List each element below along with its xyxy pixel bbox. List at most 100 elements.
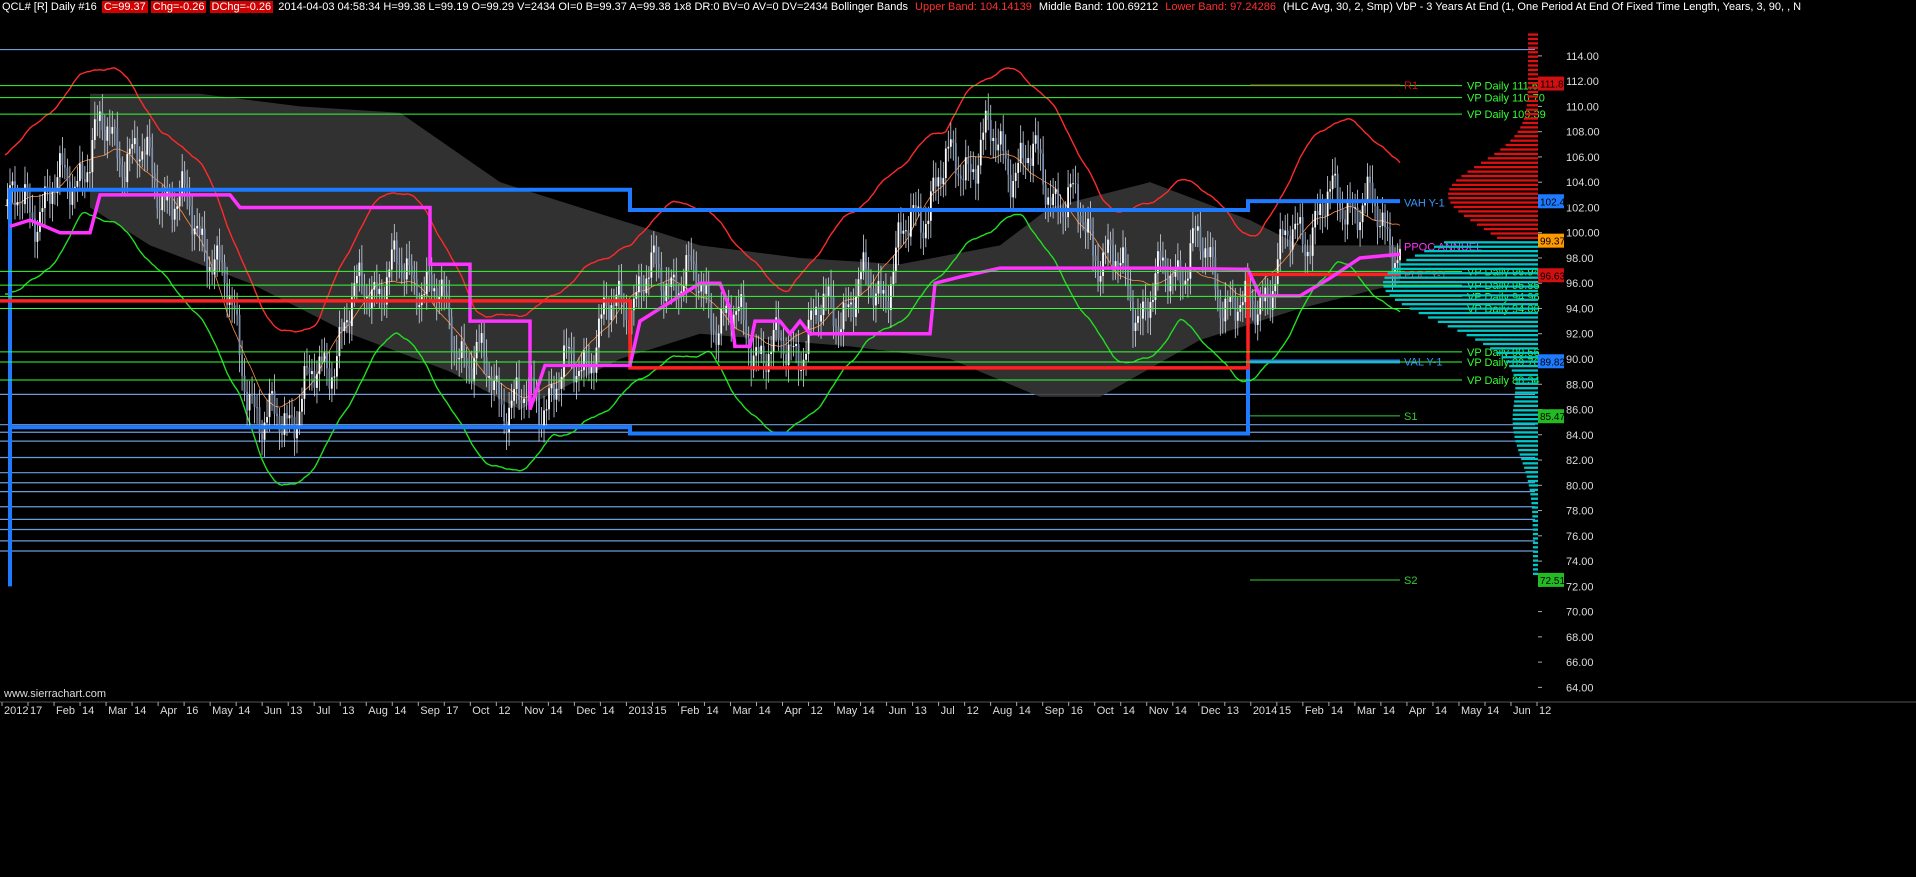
candle-body (1064, 216, 1067, 218)
candle-body (1189, 243, 1192, 279)
candle-body (682, 286, 685, 292)
candle-body (306, 366, 308, 368)
y-tick-label: 100.00 (1566, 228, 1600, 240)
candle-body (1142, 301, 1144, 319)
volume-profile-bar (1527, 37, 1538, 41)
volume-profile-bar (1392, 267, 1538, 270)
candle-body (483, 333, 486, 357)
candle-body (640, 276, 643, 293)
candle-body (1384, 212, 1386, 227)
y-tick-label: 114.00 (1566, 51, 1599, 63)
candle-body (480, 333, 483, 343)
candle-body (11, 181, 14, 186)
candle-body (500, 399, 503, 405)
candle-body (488, 376, 491, 378)
candle-body (1034, 135, 1037, 144)
candle-body (989, 119, 992, 141)
volume-profile-bar (1527, 479, 1538, 483)
candle-body (865, 252, 867, 269)
x-tick-label: Aug (993, 705, 1013, 717)
x-tick-label: Feb (680, 705, 699, 717)
volume-profile-bar (1532, 519, 1538, 522)
volume-profile-bar (1414, 254, 1538, 257)
volume-profile-bar (1530, 493, 1538, 496)
candle-body (909, 210, 912, 237)
candle-body (637, 276, 640, 293)
price-chart[interactable]: VP Daily 111.65VP Daily 110.70VP Daily 1… (0, 0, 1916, 877)
candle-body (261, 433, 263, 440)
candle-body (515, 377, 518, 390)
volume-profile-bar (1527, 64, 1538, 67)
candle-body (468, 366, 471, 369)
candle-body (1169, 275, 1172, 292)
candle-body (298, 411, 301, 426)
candle-body (128, 148, 131, 154)
volume-profile-bar (1457, 329, 1538, 332)
volume-profile-bar (1505, 360, 1538, 363)
candle-body (398, 263, 401, 265)
candle-body (336, 356, 338, 377)
candle-body (268, 393, 271, 418)
candle-body (927, 220, 930, 225)
candle-body (78, 163, 81, 181)
volume-profile-bar (1527, 73, 1538, 76)
candle-body (997, 144, 1000, 151)
candle-body (1286, 230, 1289, 236)
candle-body (875, 293, 877, 306)
candle-body (969, 164, 972, 173)
candle-body (108, 126, 111, 134)
candle-body (1281, 229, 1284, 236)
candle-body (937, 177, 940, 187)
volume-profile-bar (1532, 532, 1538, 536)
candle-body (1291, 229, 1294, 250)
candle-body (460, 341, 463, 359)
candle-body (982, 132, 985, 140)
candle-body (954, 143, 957, 174)
volume-profile-bar (1487, 157, 1538, 160)
volume-profile-bar (1389, 294, 1538, 297)
candle-body (373, 282, 376, 290)
candle-body (171, 198, 174, 220)
candle-body (103, 129, 106, 141)
candle-body (1122, 247, 1124, 264)
candle-body (1157, 251, 1159, 274)
candle-body (1314, 211, 1317, 228)
candle-body (1369, 176, 1371, 183)
candle-body (133, 138, 136, 145)
x-tick-label: Feb (1305, 705, 1324, 717)
x-tick-label: 14 (1123, 705, 1135, 717)
volume-profile-bar (1526, 475, 1538, 478)
candle-body (560, 376, 563, 389)
candle-body (895, 247, 897, 272)
candle-body (1037, 135, 1040, 150)
candle-body (131, 144, 134, 149)
volume-profile-bar (1494, 152, 1538, 156)
candle-body (323, 352, 326, 362)
volume-profile-bar (1470, 219, 1538, 222)
candle-body (408, 258, 411, 266)
candle-body (780, 337, 783, 341)
candle-body (1389, 228, 1391, 245)
y-tick-label: 112.00 (1566, 76, 1599, 88)
candle-body (1334, 173, 1337, 176)
volume-profile-bar (1518, 448, 1538, 452)
volume-profile-bar (1532, 563, 1538, 567)
volume-profile-bar (1526, 108, 1538, 111)
volume-profile-bar (1496, 236, 1538, 240)
candle-body (1194, 228, 1197, 231)
candle-body (610, 305, 613, 320)
volume-profile-bar (1514, 435, 1538, 438)
x-tick-label: 12 (498, 705, 510, 717)
candle-body (1351, 203, 1354, 208)
candle-body (1211, 247, 1214, 258)
candle-body (1172, 275, 1174, 277)
candle-body (1012, 180, 1015, 198)
candle-body (16, 202, 19, 206)
candle-body (792, 346, 795, 348)
candle-body (595, 347, 598, 373)
candle-body (775, 317, 778, 330)
candle-body (1047, 197, 1050, 205)
x-tick-label: Jun (1513, 705, 1531, 717)
candle-body (1087, 218, 1089, 233)
candle-body (835, 326, 837, 328)
